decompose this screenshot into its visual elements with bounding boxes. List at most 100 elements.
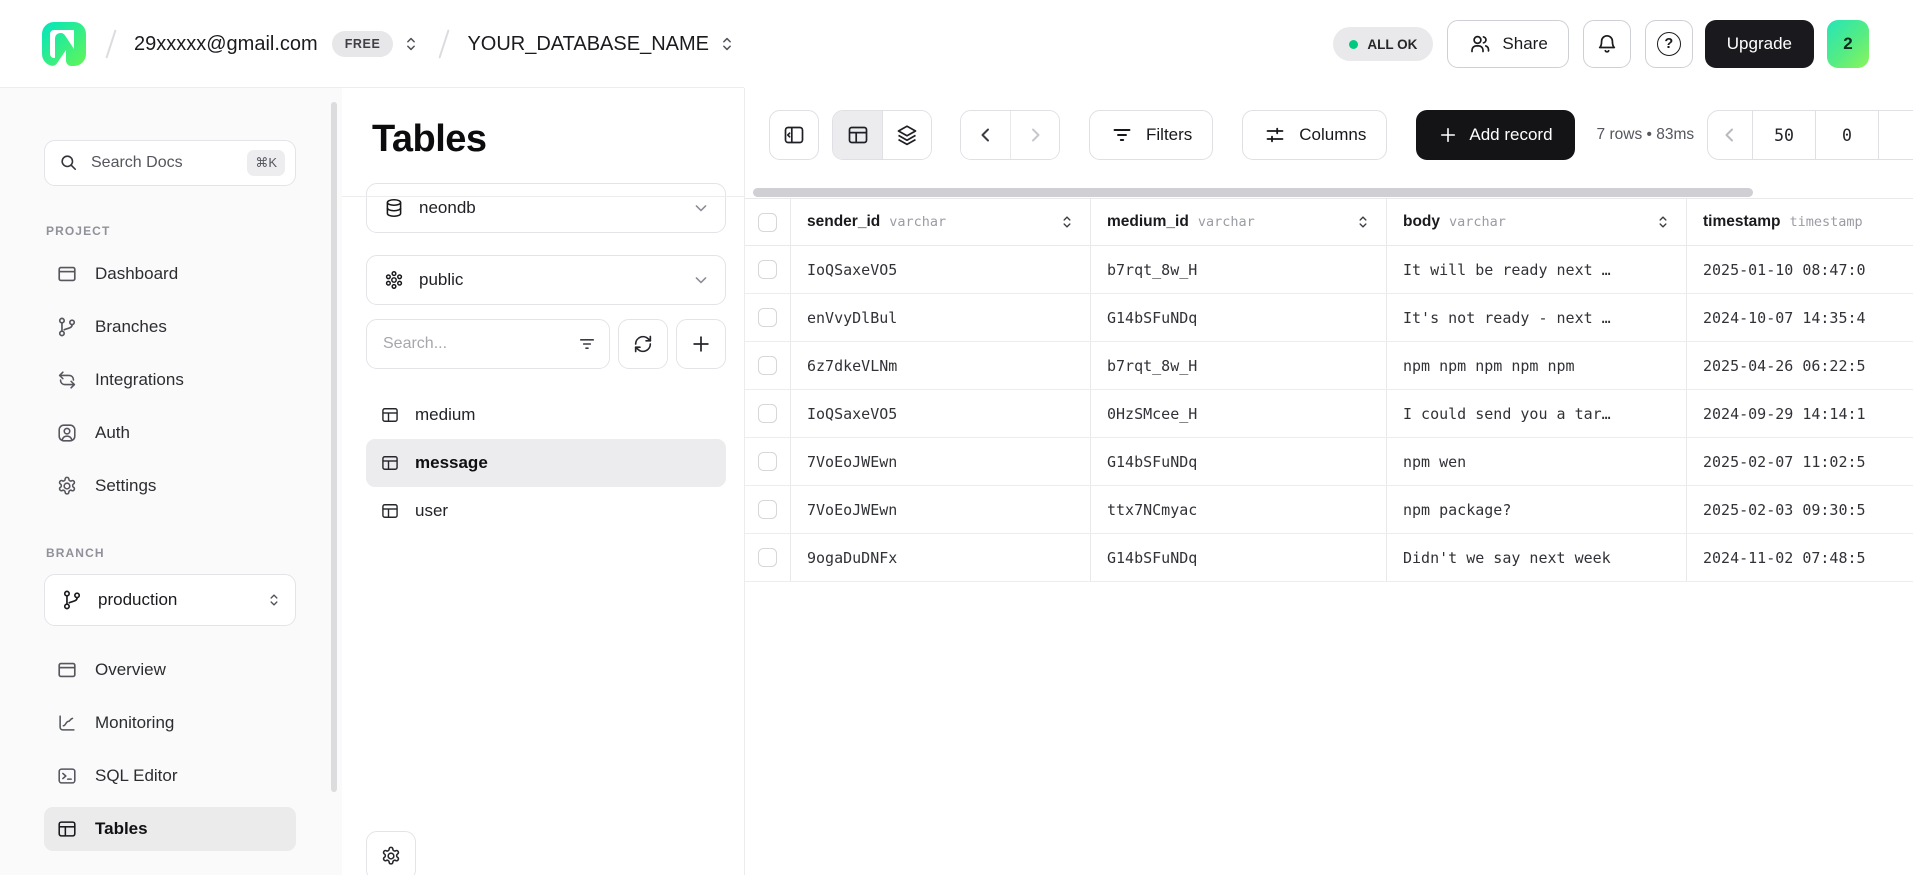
search-icon xyxy=(59,153,79,173)
column-header-body[interactable]: body varchar xyxy=(1387,199,1687,245)
column-header-medium-id[interactable]: medium_id varchar xyxy=(1091,199,1387,245)
sidebar-item-label: Auth xyxy=(95,423,130,443)
breadcrumb-project[interactable]: YOUR_DATABASE_NAME xyxy=(467,33,709,56)
status-dot-icon xyxy=(1349,40,1358,49)
table-row[interactable]: 7VoEoJWEwn ttx7NCmyac npm package? 2025-… xyxy=(745,486,1913,534)
cell-sender-id: 7VoEoJWEwn xyxy=(807,453,897,471)
auth-icon xyxy=(56,422,78,444)
select-updown-icon xyxy=(265,591,283,609)
database-selector[interactable]: neondb xyxy=(366,183,726,233)
sidebar-item-tables[interactable]: Tables xyxy=(44,807,296,851)
sidebar-item-label: Overview xyxy=(95,660,166,680)
sort-icon[interactable] xyxy=(1654,213,1672,231)
column-header-timestamp[interactable]: timestamp timestamp xyxy=(1687,199,1913,245)
cell-timestamp: 2025-01-10 08:47:0 xyxy=(1703,261,1866,279)
grid-view-button[interactable] xyxy=(833,111,882,159)
panel-divider xyxy=(342,196,744,197)
upgrade-button[interactable]: Upgrade xyxy=(1705,20,1814,68)
sidebar-item-label: Settings xyxy=(95,476,156,496)
filter-icon[interactable] xyxy=(577,334,597,354)
table-row[interactable]: IoQSaxeVO5 b7rqt_8w_H It will be ready n… xyxy=(745,246,1913,294)
branch-section-label: BRANCH xyxy=(46,546,342,560)
row-checkbox[interactable] xyxy=(758,404,777,423)
row-checkbox[interactable] xyxy=(758,356,777,375)
column-header-sender-id[interactable]: sender_id varchar xyxy=(791,199,1091,245)
account-switcher-icon[interactable] xyxy=(401,34,421,54)
project-switcher-icon[interactable] xyxy=(717,34,737,54)
page-title: Tables xyxy=(372,118,726,161)
page-size-field[interactable]: 50 xyxy=(1752,111,1815,159)
sidebar-scrollbar[interactable] xyxy=(331,102,337,792)
table-name: message xyxy=(415,453,488,473)
cell-medium-id: b7rqt_8w_H xyxy=(1107,357,1197,375)
column-name: sender_id xyxy=(807,213,880,231)
nav-forward-button[interactable] xyxy=(1010,111,1059,159)
cell-body: Didn't we say next week xyxy=(1403,549,1611,567)
page-offset-field[interactable]: 0 xyxy=(1815,111,1878,159)
monitoring-icon xyxy=(56,712,78,734)
table-row[interactable]: 9ogaDuDNFx G14bSFuNDq Didn't we say next… xyxy=(745,534,1913,582)
table-list-item-medium[interactable]: medium xyxy=(366,391,726,439)
cell-sender-id: 6z7dkeVLNm xyxy=(807,357,897,375)
sidebar-item-integrations[interactable]: Integrations xyxy=(44,358,296,402)
row-checkbox[interactable] xyxy=(758,548,777,567)
branch-selector[interactable]: production xyxy=(44,574,296,626)
plus-icon xyxy=(690,333,712,355)
table-row[interactable]: IoQSaxeVO5 0HzSMcee_H I could send you a… xyxy=(745,390,1913,438)
refresh-button[interactable] xyxy=(618,319,668,369)
sidebar-item-branches[interactable]: Branches xyxy=(44,305,296,349)
table-list-item-user[interactable]: user xyxy=(366,487,726,535)
horizontal-scrollbar[interactable] xyxy=(753,188,1753,197)
table-row[interactable]: 6z7dkeVLNm b7rqt_8w_H npm npm npm npm np… xyxy=(745,342,1913,390)
notifications-button[interactable] xyxy=(1583,20,1631,68)
table-search-row xyxy=(366,319,726,369)
share-button[interactable]: Share xyxy=(1447,20,1568,68)
filters-button[interactable]: Filters xyxy=(1089,110,1213,160)
table-row[interactable]: enVvyDlBul G14bSFuNDq It's not ready - n… xyxy=(745,294,1913,342)
sidebar-item-sql-editor[interactable]: SQL Editor xyxy=(44,754,296,798)
row-checkbox[interactable] xyxy=(758,260,777,279)
schema-selector[interactable]: public xyxy=(366,255,726,305)
table-list-item-message[interactable]: message xyxy=(366,439,726,487)
column-type: varchar xyxy=(889,214,946,230)
nav-back-button[interactable] xyxy=(961,111,1010,159)
grid-header-row: sender_id varchar medium_id varchar body… xyxy=(745,198,1913,246)
row-checkbox[interactable] xyxy=(758,500,777,519)
notification-count-badge[interactable]: 2 xyxy=(1827,20,1869,68)
table-search-input[interactable] xyxy=(366,319,610,369)
filters-label: Filters xyxy=(1146,125,1192,145)
sidebar-item-overview[interactable]: Overview xyxy=(44,648,296,692)
select-all-checkbox[interactable] xyxy=(758,213,777,232)
breadcrumb-account[interactable]: 29xxxxx@gmail.com xyxy=(134,33,318,56)
page-prev-button[interactable] xyxy=(1708,111,1752,159)
breadcrumb-divider xyxy=(439,29,450,58)
question-icon: ? xyxy=(1657,32,1681,56)
sort-icon[interactable] xyxy=(1354,213,1372,231)
table-search xyxy=(366,319,610,369)
cell-medium-id: ttx7NCmyac xyxy=(1107,501,1197,519)
sidebar-item-auth[interactable]: Auth xyxy=(44,411,296,455)
neon-logo[interactable] xyxy=(40,20,88,68)
top-bar: 29xxxxx@gmail.com FREE YOUR_DATABASE_NAM… xyxy=(0,0,1913,88)
panel-settings-button[interactable] xyxy=(366,831,416,875)
cell-sender-id: 7VoEoJWEwn xyxy=(807,501,897,519)
history-nav xyxy=(960,110,1060,160)
sort-icon[interactable] xyxy=(1058,213,1076,231)
row-checkbox[interactable] xyxy=(758,308,777,327)
search-docs-button[interactable]: Search Docs ⌘K xyxy=(44,140,296,186)
help-button[interactable]: ? xyxy=(1645,20,1693,68)
cell-sender-id: 9ogaDuDNFx xyxy=(807,549,897,567)
create-table-button[interactable] xyxy=(676,319,726,369)
sidebar-item-settings[interactable]: Settings xyxy=(44,464,296,508)
table-name: medium xyxy=(415,405,475,425)
columns-button[interactable]: Columns xyxy=(1242,110,1387,160)
add-record-button[interactable]: Add record xyxy=(1416,110,1574,160)
table-row[interactable]: 7VoEoJWEwn G14bSFuNDq npm wen 2025-02-07… xyxy=(745,438,1913,486)
layers-view-button[interactable] xyxy=(882,111,931,159)
sidebar-item-dashboard[interactable]: Dashboard xyxy=(44,252,296,296)
sidebar-item-monitoring[interactable]: Monitoring xyxy=(44,701,296,745)
row-checkbox[interactable] xyxy=(758,452,777,471)
collapse-panel-button[interactable] xyxy=(769,110,819,160)
status-badge[interactable]: ALL OK xyxy=(1333,27,1433,61)
breadcrumb-divider xyxy=(105,29,116,58)
